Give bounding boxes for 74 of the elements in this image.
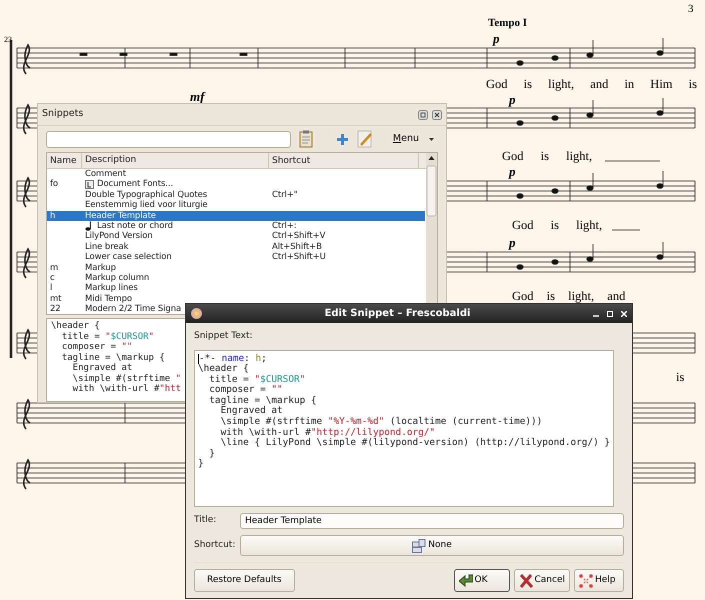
snippet-row[interactable]: l Markup lines <box>47 283 425 294</box>
title-field[interactable]: Header Template <box>240 513 624 529</box>
snippet-row[interactable]: Comment <box>47 169 425 180</box>
lyric-line: is <box>676 370 684 384</box>
code-line: \simple #(strftime "%Y-%m-%d" (localtime (current-time))) <box>220 417 542 428</box>
close-icon[interactable] <box>432 110 442 120</box>
window-title: Edit Snippet – Frescobaldi <box>324 307 472 321</box>
dynamic-marking: mf <box>190 89 204 104</box>
dynamic-marking: p <box>509 164 516 179</box>
code-line: title = "$CURSOR" <box>60 332 154 342</box>
dialog-button[interactable]: Restore Defaults <box>194 569 295 592</box>
snippet-row[interactable]: h Header Template <box>47 210 425 221</box>
maximize-icon[interactable] <box>607 310 613 316</box>
field-label: Shortcut: <box>194 538 234 552</box>
snippet-row[interactable]: Eenstemmig lied voor liturgie <box>47 200 425 211</box>
cross-icon <box>518 574 532 588</box>
tempo-marking: Tempo I <box>488 17 528 29</box>
code-line: title = "$CURSOR" <box>208 374 306 385</box>
dropdown-arrow-icon <box>429 138 434 140</box>
code-line: composer = "" <box>208 385 283 396</box>
dynamic-marking: p <box>493 31 500 46</box>
code-line: tagline = \markup { <box>208 396 317 406</box>
plus-icon[interactable] <box>336 132 349 146</box>
code-line: Engraved at <box>220 406 283 416</box>
lyric-line: God is light, and <box>512 289 626 303</box>
menu-button[interactable]: Menu <box>388 132 438 146</box>
note-icon <box>85 221 94 232</box>
dynamic-marking: p <box>509 92 516 107</box>
column-header[interactable]: Shortcut <box>269 153 419 168</box>
float-icon[interactable] <box>418 110 428 120</box>
back-arrow-icon <box>458 574 472 588</box>
snippet-row[interactable]: LilyPond Version Ctrl+Shift+V <box>47 231 425 242</box>
snippet-row[interactable]: Double Typographical Quotes Ctrl+" <box>47 190 425 200</box>
keyboard-keys-icon <box>412 538 426 552</box>
field-label: Snippet Text: <box>194 330 254 343</box>
text-cursor <box>198 354 199 364</box>
code-line: \line { LilyPond \simple #(lilypond-version) (http://lilypond.org/) } <box>220 438 610 449</box>
app-icon <box>191 308 202 319</box>
lyric-line: God is light, and in Him is <box>486 77 697 91</box>
dialog-button[interactable]: OK <box>454 569 510 592</box>
snippet-row[interactable]: fo Document Fonts... <box>47 179 425 190</box>
snippet-row[interactable]: Last note or chord Ctrl+: <box>47 220 425 232</box>
code-line: tagline = \markup { <box>60 352 165 363</box>
shortcut-button[interactable]: None <box>240 535 624 556</box>
code-line: \simple #(strftime " <box>72 374 182 384</box>
field-label: Title: <box>194 514 218 528</box>
code-line: \header { <box>51 321 100 332</box>
snippet-row[interactable]: Lower case selection Ctrl+Shift+U <box>47 252 425 263</box>
dynamic-marking: p <box>509 235 516 250</box>
code-line: } <box>208 448 215 460</box>
help-icon <box>579 574 593 588</box>
search-field[interactable] <box>46 130 291 148</box>
code-line: composer = "" <box>60 342 132 352</box>
code-line: \header { <box>198 364 249 374</box>
column-header[interactable]: Description <box>82 153 269 168</box>
dialog-button[interactable]: Cancel <box>514 569 570 592</box>
measure-number: 23 <box>4 35 12 44</box>
snippet-row[interactable]: Line break Alt+Shift+B <box>47 242 425 252</box>
code-line: with \with-url #"htt <box>72 384 182 394</box>
column-header[interactable]: Name <box>47 153 82 168</box>
lyric-line: God is light, <box>512 218 602 232</box>
font-icon <box>85 180 94 190</box>
panel-title: Snippets <box>42 107 84 122</box>
snippet-row[interactable]: m Markup <box>47 262 425 273</box>
lyric-line: God is light, <box>502 149 592 163</box>
dialog-button[interactable]: Help <box>574 569 624 592</box>
snippet-row[interactable]: mt Midi Tempo <box>47 294 425 304</box>
page-number: 3 <box>688 3 694 15</box>
clipboard-icon[interactable] <box>298 130 313 148</box>
code-line: } <box>198 459 204 470</box>
code-line: -*- name: h; <box>199 354 267 364</box>
code-line: Engraved at <box>72 363 132 374</box>
code-line: with \with-url #"http://lilypond.org/" <box>220 428 436 438</box>
snippet-row[interactable]: c Markup column <box>47 272 425 284</box>
